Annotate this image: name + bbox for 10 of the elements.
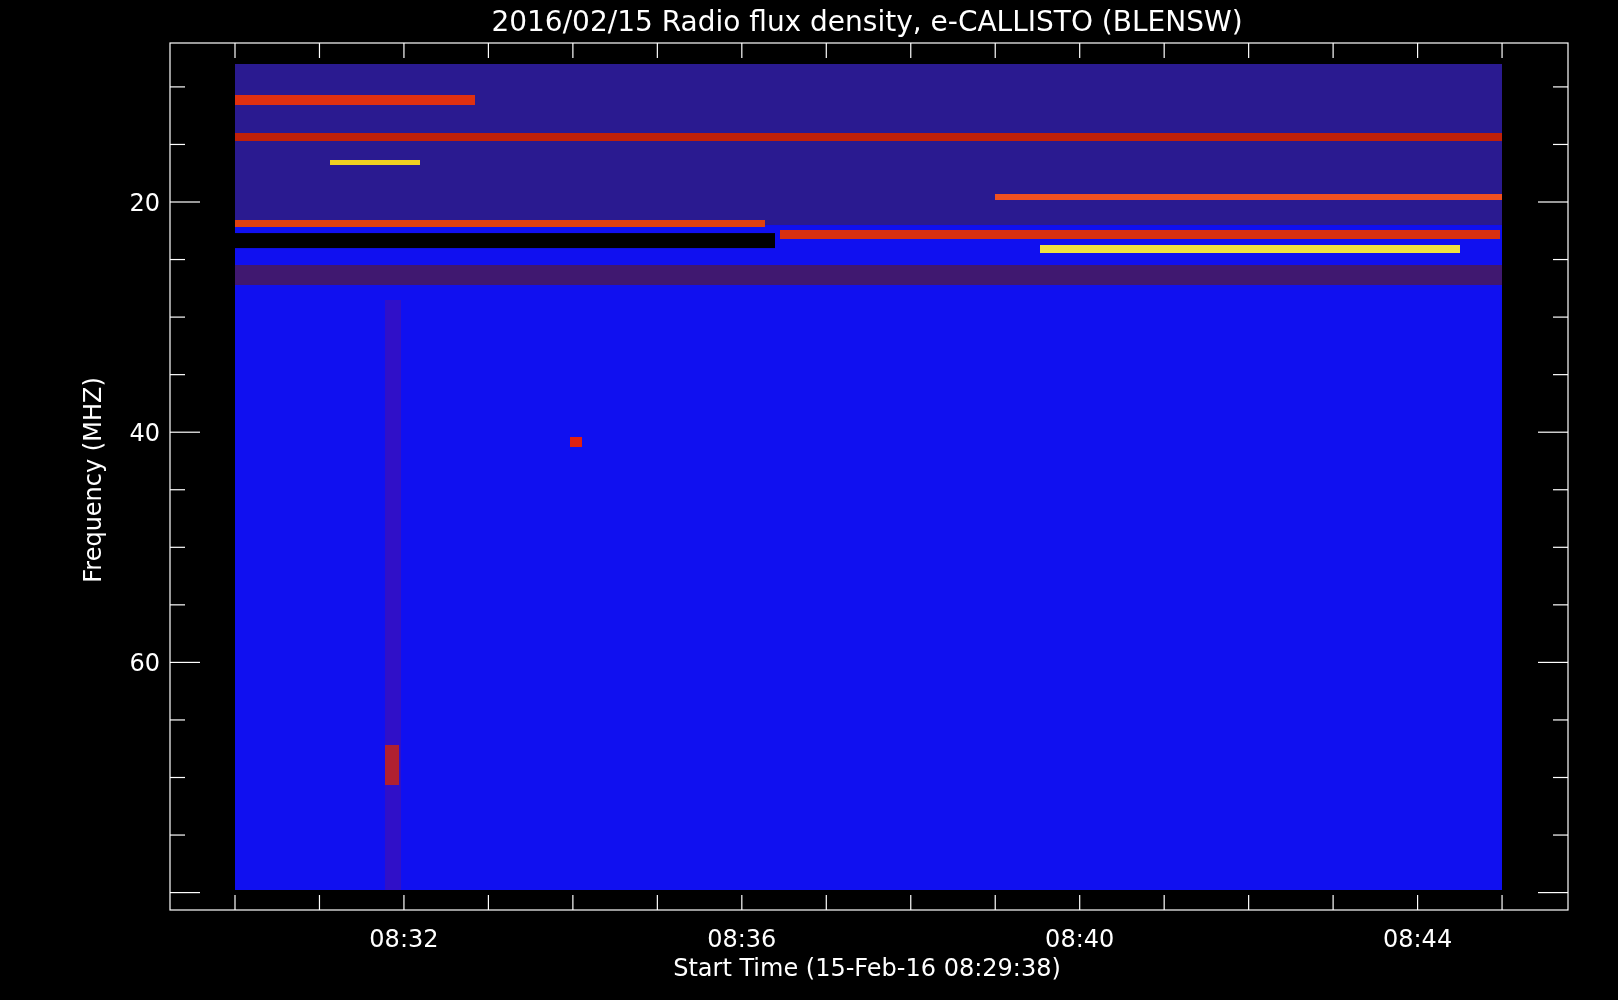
- tick-label: 08:44: [1383, 925, 1453, 953]
- tick-label: 20: [129, 189, 160, 217]
- tick-label: 08:32: [369, 925, 439, 953]
- tick-label: 60: [129, 649, 160, 678]
- chart-title: 2016/02/15 Radio flux density, e-CALLISTO (BLENSW): [491, 5, 1243, 38]
- axis-title: Frequency (MHZ): [79, 377, 107, 583]
- tick-label: 08:36: [707, 925, 777, 953]
- tick-label: 08:40: [1045, 925, 1115, 953]
- axis-title: Start Time (15-Feb-16 08:29:38): [673, 954, 1061, 982]
- tick-label: 40: [129, 419, 160, 448]
